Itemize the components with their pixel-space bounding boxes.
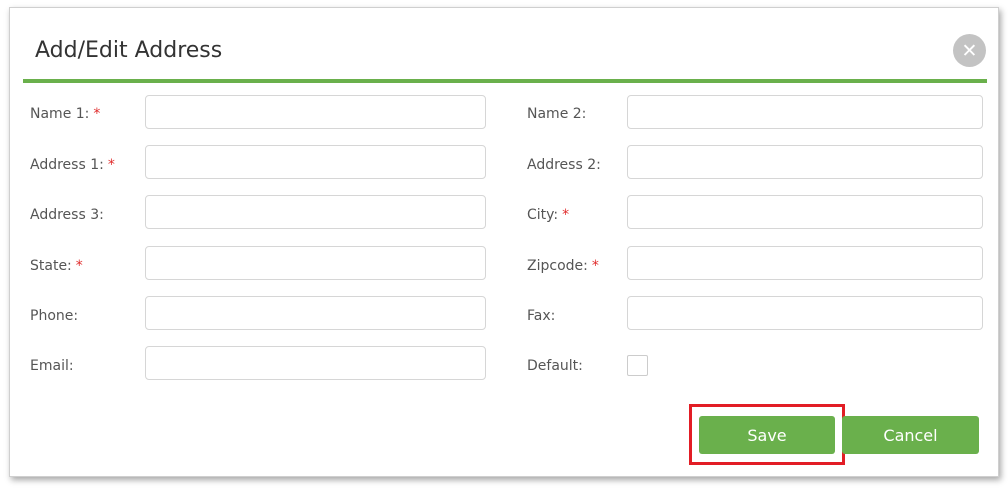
required-marker: * xyxy=(591,258,599,274)
title-divider xyxy=(23,79,987,83)
name2-label: Name 2: xyxy=(527,106,587,122)
fax-label: Fax: xyxy=(527,308,556,324)
city-label: City: * xyxy=(527,207,570,223)
name1-input[interactable] xyxy=(145,95,486,129)
add-edit-address-dialog: Add/Edit Address ✕ Name 1: * Name 2: Addr… xyxy=(9,7,999,477)
address1-input[interactable] xyxy=(145,145,486,179)
address3-input[interactable] xyxy=(145,195,486,229)
required-marker: * xyxy=(562,207,570,223)
dialog-title: Add/Edit Address xyxy=(35,38,223,63)
save-button[interactable]: Save xyxy=(699,416,835,454)
required-marker: * xyxy=(93,106,101,122)
zipcode-input[interactable] xyxy=(627,246,983,280)
address2-input[interactable] xyxy=(627,145,983,179)
address3-label: Address 3: xyxy=(30,207,104,223)
email-input[interactable] xyxy=(145,346,486,380)
state-input[interactable] xyxy=(145,246,486,280)
phone-input[interactable] xyxy=(145,296,486,330)
close-icon[interactable]: ✕ xyxy=(953,34,986,67)
address1-label: Address 1: * xyxy=(30,157,115,173)
cancel-button[interactable]: Cancel xyxy=(842,416,979,454)
phone-label: Phone: xyxy=(30,308,79,324)
city-input[interactable] xyxy=(627,195,983,229)
default-label: Default: xyxy=(527,358,583,374)
required-marker: * xyxy=(75,258,83,274)
email-label: Email: xyxy=(30,358,74,374)
name1-label: Name 1: * xyxy=(30,106,101,122)
state-label: State: * xyxy=(30,258,83,274)
address2-label: Address 2: xyxy=(527,157,601,173)
name2-input[interactable] xyxy=(627,95,983,129)
default-checkbox[interactable] xyxy=(627,355,648,376)
fax-input[interactable] xyxy=(627,296,983,330)
required-marker: * xyxy=(107,157,115,173)
zipcode-label: Zipcode: * xyxy=(527,258,599,274)
